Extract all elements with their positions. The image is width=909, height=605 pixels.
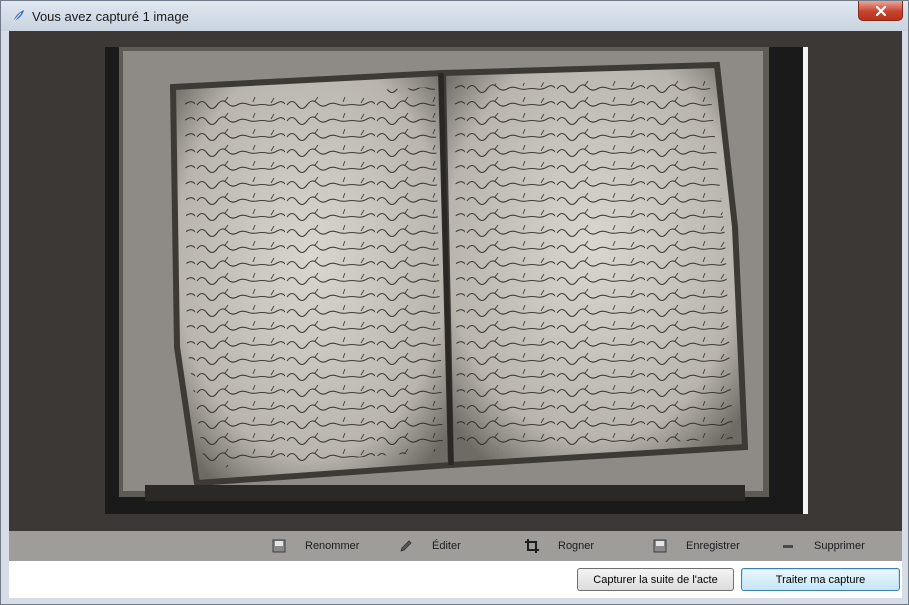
close-icon [875,5,886,16]
image-viewer [9,31,902,531]
pencil-icon [400,540,412,552]
crop-label: Rogner [558,540,595,552]
process-capture-button[interactable]: Traiter ma capture [741,568,900,591]
rename-button[interactable]: Renommer [271,537,359,555]
manuscript-photo [105,47,808,514]
save-icon [653,539,667,553]
crop-button[interactable]: Rogner [524,537,594,555]
edit-label: Éditer [432,540,461,552]
client-area: Renommer Éditer Rogner Enregistrer Suppr… [9,31,902,598]
minus-icon [783,545,793,548]
footer-bar: Capturer la suite de l'acte Traiter ma c… [9,561,902,598]
close-button[interactable] [858,1,903,21]
title-bar[interactable]: Vous avez capturé 1 image [1,1,908,31]
crop-icon [525,539,539,553]
save-label: Enregistrer [686,540,740,552]
feather-icon [11,9,25,23]
delete-label: Supprimer [814,540,865,552]
capture-window: Vous avez capturé 1 image Renommer Édite… [0,0,909,605]
window-title: Vous avez capturé 1 image [32,9,189,24]
edit-button[interactable]: Éditer [398,537,461,555]
capture-more-button[interactable]: Capturer la suite de l'acte [577,568,734,591]
save-button[interactable]: Enregistrer [652,537,740,555]
action-toolbar: Renommer Éditer Rogner Enregistrer Suppr… [9,531,902,561]
rename-label: Renommer [305,540,360,552]
rename-icon [272,539,286,553]
captured-image[interactable] [105,47,808,514]
delete-button[interactable]: Supprimer [780,537,865,555]
